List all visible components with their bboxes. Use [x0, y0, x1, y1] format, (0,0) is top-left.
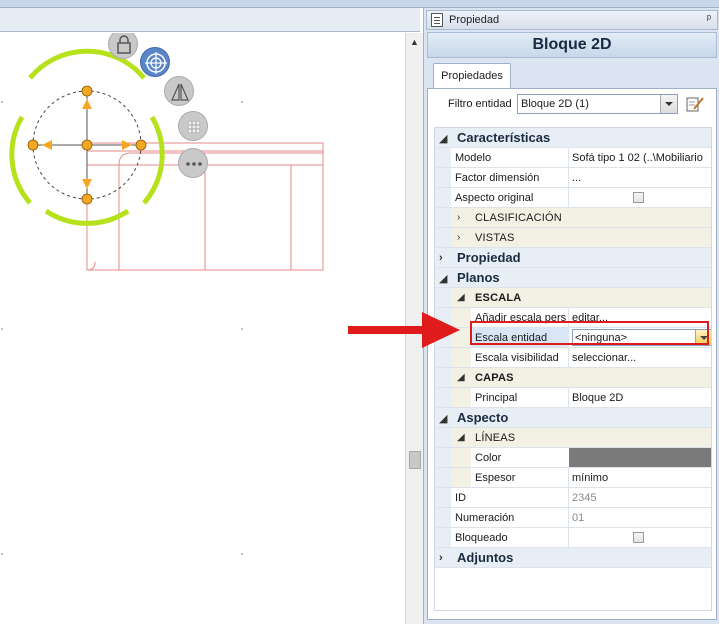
property-panel: Propiedad ᵖ Bloque 2D Propiedades Filtro…	[423, 8, 719, 624]
collapse-chevron-icon[interactable]: ◢	[457, 292, 465, 303]
snap-target-tool-button[interactable]	[140, 47, 170, 77]
collapse-chevron-icon[interactable]: ◢	[457, 432, 465, 443]
lock-icon	[117, 35, 131, 54]
selected-entity-header: Bloque 2D	[427, 32, 717, 58]
scroll-up-icon[interactable]: ▲	[410, 37, 419, 47]
panel-title-bar: Propiedad ᵖ	[426, 10, 718, 30]
tab-propiedades[interactable]: Propiedades	[433, 63, 511, 89]
category-planos[interactable]: ◢ Planos	[435, 268, 711, 288]
subcategory-lineas[interactable]: ◢ LÍNEAS	[435, 428, 711, 448]
document-tab-bar	[0, 8, 420, 32]
property-row-factor-dimension[interactable]: Factor dimensión ...	[435, 168, 711, 188]
property-row-aspecto-original[interactable]: Aspecto original	[435, 188, 711, 208]
more-options-button[interactable]	[178, 148, 208, 178]
properties-tab-body: Filtro entidad Bloque 2D (1) ◢ Caracterí…	[427, 88, 717, 620]
property-row-color[interactable]: Color	[435, 448, 711, 468]
category-adjuntos[interactable]: › Adjuntos	[435, 548, 711, 568]
collapse-chevron-icon[interactable]: ◢	[439, 412, 447, 425]
collapse-chevron-icon[interactable]: ◢	[439, 132, 447, 145]
property-row-anadir-escala[interactable]: Añadir escala pers editar...	[435, 308, 711, 328]
property-row-modelo[interactable]: Modelo Sofá tipo 1 02 (..\Mobiliario	[435, 148, 711, 168]
expand-chevron-icon[interactable]: ›	[439, 552, 443, 564]
selected-entity-title: Bloque 2D	[532, 36, 612, 53]
expand-chevron-icon[interactable]: ›	[457, 212, 460, 223]
expand-chevron-icon[interactable]: ›	[457, 232, 460, 243]
subcategory-vistas[interactable]: › VISTAS	[435, 228, 711, 248]
drawing-canvas[interactable]	[0, 33, 405, 624]
category-propiedad[interactable]: › Propiedad	[435, 248, 711, 268]
property-row-espesor[interactable]: Espesor mínimo	[435, 468, 711, 488]
red-annotation-arrow	[348, 312, 460, 348]
category-aspecto[interactable]: ◢ Aspecto	[435, 408, 711, 428]
ellipsis-icon	[186, 162, 202, 166]
collapse-chevron-icon[interactable]: ◢	[439, 272, 447, 285]
pin-icon[interactable]: ᵖ	[707, 13, 711, 25]
array-tool-button[interactable]	[178, 111, 208, 141]
property-row-escala-entidad[interactable]: Escala entidad <ninguna>	[435, 328, 711, 348]
top-toolbar-strip	[0, 0, 719, 8]
lock-tool-button[interactable]	[108, 33, 138, 59]
aspecto-original-checkbox[interactable]	[633, 192, 644, 203]
property-row-principal[interactable]: Principal Bloque 2D	[435, 388, 711, 408]
property-row-id[interactable]: ID 2345	[435, 488, 711, 508]
panel-tabs: Propiedades	[427, 60, 717, 89]
property-row-numeracion[interactable]: Numeración 01	[435, 508, 711, 528]
mirror-icon	[171, 83, 189, 101]
category-caracteristicas[interactable]: ◢ Características	[435, 128, 711, 148]
target-icon	[145, 52, 167, 74]
property-row-escala-visibilidad[interactable]: Escala visibilidad seleccionar...	[435, 348, 711, 368]
subcategory-clasificacion[interactable]: › CLASIFICACIÓN	[435, 208, 711, 228]
scroll-thumb[interactable]	[409, 451, 421, 469]
edit-filter-icon[interactable]	[686, 95, 704, 113]
panel-title: Propiedad	[449, 14, 500, 26]
properties-sheet-icon	[431, 13, 443, 27]
line-color-swatch[interactable]	[569, 448, 711, 467]
entity-filter-row: Filtro entidad Bloque 2D (1)	[428, 89, 716, 121]
property-row-bloqueado[interactable]: Bloqueado	[435, 528, 711, 548]
escala-entidad-dropdown[interactable]: <ninguna>	[572, 329, 711, 346]
chevron-down-icon[interactable]	[660, 95, 677, 113]
entity-filter-select[interactable]: Bloque 2D (1)	[517, 94, 678, 114]
entity-filter-label: Filtro entidad	[448, 98, 512, 110]
transform-gizmo	[9, 48, 165, 226]
entity-filter-value: Bloque 2D (1)	[521, 98, 589, 110]
property-grid: ◢ Características Modelo Sofá tipo 1 02 …	[434, 127, 712, 611]
collapse-chevron-icon[interactable]: ◢	[457, 372, 465, 383]
subcategory-escala[interactable]: ◢ ESCALA	[435, 288, 711, 308]
expand-chevron-icon[interactable]: ›	[439, 252, 443, 264]
chevron-down-icon[interactable]	[695, 330, 711, 345]
grid-move-icon	[187, 120, 201, 134]
bloqueado-checkbox[interactable]	[633, 532, 644, 543]
mirror-tool-button[interactable]	[164, 76, 194, 106]
subcategory-capas[interactable]: ◢ CAPAS	[435, 368, 711, 388]
